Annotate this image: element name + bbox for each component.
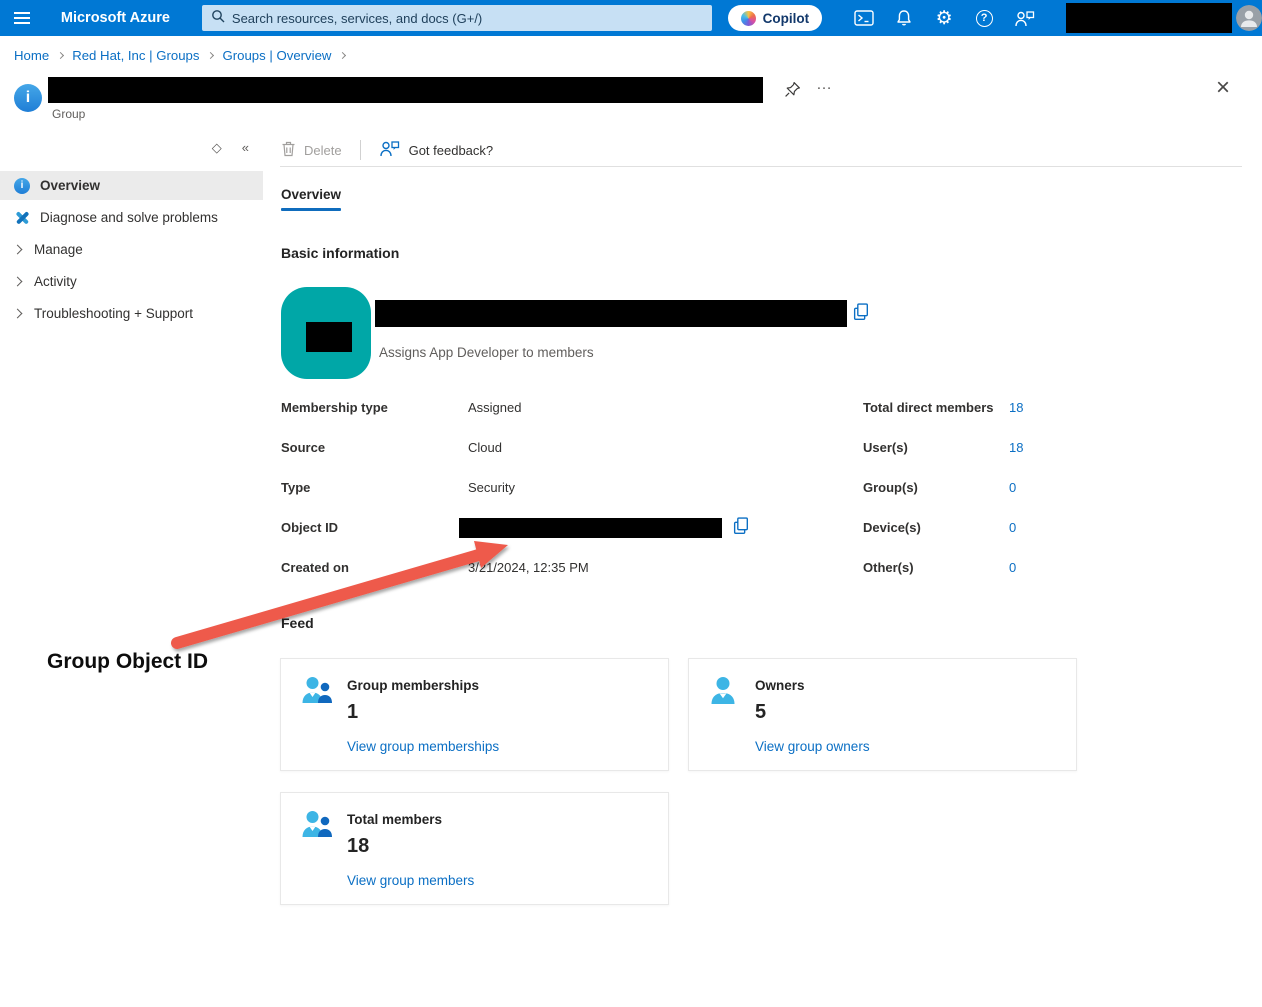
member-stats: Total direct members 18 User(s) 18 Group… xyxy=(863,400,1103,600)
resize-icon[interactable]: ◇ xyxy=(212,140,222,158)
azure-top-bar: Microsoft Azure Search resources, servic… xyxy=(0,0,1262,36)
group-name-redaction xyxy=(48,77,763,103)
sidebar-item-troubleshooting[interactable]: Troubleshooting + Support xyxy=(0,299,263,328)
breadcrumb-chevron-icon xyxy=(207,52,214,59)
tab-overview[interactable]: Overview xyxy=(281,187,341,211)
diagnose-tools-icon xyxy=(14,210,30,226)
breadcrumb-chevron-icon xyxy=(339,52,346,59)
card-title: Group memberships xyxy=(347,678,479,693)
search-icon xyxy=(211,9,225,28)
sidebar-item-overview[interactable]: i Overview xyxy=(0,171,263,200)
card-title: Total members xyxy=(347,812,442,827)
field-source: Source Cloud xyxy=(281,440,761,480)
feedback-icon[interactable] xyxy=(1004,0,1044,36)
sidebar-item-label: Troubleshooting + Support xyxy=(34,306,193,321)
azure-brand[interactable]: Microsoft Azure xyxy=(61,10,170,26)
chevron-right-icon xyxy=(13,277,23,287)
stat-total-direct-members: Total direct members 18 xyxy=(863,400,1103,440)
sidebar-item-label: Activity xyxy=(34,274,77,289)
trash-icon xyxy=(281,141,296,160)
help-icon[interactable]: ? xyxy=(964,0,1004,36)
copilot-button[interactable]: Copilot xyxy=(728,5,823,31)
card-owners: Owners 5 View group owners xyxy=(688,658,1077,771)
command-bar: Delete Got feedback? xyxy=(281,137,493,163)
cloud-shell-icon[interactable] xyxy=(844,0,884,36)
breadcrumb: Home Red Hat, Inc | Groups Groups | Over… xyxy=(14,48,354,63)
collapse-menu-icon[interactable]: « xyxy=(242,140,249,158)
copy-object-id-icon[interactable] xyxy=(733,517,750,539)
got-feedback-button[interactable]: Got feedback? xyxy=(379,140,494,160)
group-avatar xyxy=(281,287,371,379)
group-display-name-redaction xyxy=(375,300,847,327)
global-search-input[interactable]: Search resources, services, and docs (G+… xyxy=(202,5,712,31)
view-group-members-link[interactable]: View group members xyxy=(347,873,474,888)
user-avatar[interactable] xyxy=(1236,5,1262,31)
chevron-right-icon xyxy=(13,309,23,319)
basic-info-fields: Membership type Assigned Source Cloud Ty… xyxy=(281,400,761,600)
field-type: Type Security xyxy=(281,480,761,520)
card-value: 5 xyxy=(755,701,766,724)
group-object-id-annotation: Group Object ID xyxy=(47,650,208,674)
view-group-memberships-link[interactable]: View group memberships xyxy=(347,739,499,754)
card-group-memberships: Group memberships 1 View group membershi… xyxy=(280,658,669,771)
sidebar-item-diagnose[interactable]: Diagnose and solve problems xyxy=(0,203,263,232)
notifications-bell-icon[interactable] xyxy=(884,0,924,36)
pin-icon[interactable] xyxy=(784,81,801,103)
chevron-right-icon xyxy=(13,245,23,255)
people-icon xyxy=(300,809,333,844)
breadcrumb-home[interactable]: Home xyxy=(14,48,49,63)
account-name-redaction xyxy=(1066,3,1232,33)
card-total-members: Total members 18 View group members xyxy=(280,792,669,905)
feed-heading: Feed xyxy=(281,615,314,631)
avatar-initials-redaction xyxy=(306,322,352,352)
delete-button[interactable]: Delete xyxy=(281,141,342,160)
toolbar-divider xyxy=(360,140,361,160)
hamburger-menu-icon[interactable] xyxy=(0,0,45,36)
breadcrumb-groups-overview[interactable]: Groups | Overview xyxy=(222,48,331,63)
breadcrumb-org-groups[interactable]: Red Hat, Inc | Groups xyxy=(72,48,199,63)
people-icon xyxy=(300,675,333,710)
stat-groups: Group(s) 0 xyxy=(863,480,1103,520)
settings-gear-icon[interactable]: ⚙ xyxy=(924,0,964,36)
copilot-icon xyxy=(741,11,756,26)
card-value: 1 xyxy=(347,701,358,724)
person-icon xyxy=(708,675,738,710)
field-membership-type: Membership type Assigned xyxy=(281,400,761,440)
copy-name-icon[interactable] xyxy=(853,303,870,327)
copilot-label: Copilot xyxy=(763,11,810,26)
stat-users: User(s) 18 xyxy=(863,440,1103,480)
more-options-icon[interactable]: … xyxy=(816,76,833,94)
overview-info-icon: i xyxy=(14,178,30,194)
sidebar-item-activity[interactable]: Activity xyxy=(0,267,263,296)
sidebar-item-label: Overview xyxy=(40,178,100,193)
card-title: Owners xyxy=(755,678,805,693)
field-object-id: Object ID xyxy=(281,520,761,560)
top-bar-icons: ⚙ ? xyxy=(844,0,1044,36)
close-icon[interactable]: × xyxy=(1216,74,1230,102)
delete-label: Delete xyxy=(304,143,342,158)
object-id-redaction xyxy=(459,518,722,538)
feedback-person-icon xyxy=(379,140,400,160)
stat-others: Other(s) 0 xyxy=(863,560,1103,600)
toolbar-bottom-divider xyxy=(280,166,1242,167)
feedback-label: Got feedback? xyxy=(409,143,494,158)
breadcrumb-chevron-icon xyxy=(57,52,64,59)
view-group-owners-link[interactable]: View group owners xyxy=(755,739,870,754)
group-type-icon: i xyxy=(14,84,42,112)
search-placeholder: Search resources, services, and docs (G+… xyxy=(232,11,482,26)
stat-devices: Device(s) 0 xyxy=(863,520,1103,560)
card-value: 18 xyxy=(347,835,369,858)
basic-information-heading: Basic information xyxy=(281,245,399,261)
sidebar-item-label: Manage xyxy=(34,242,83,257)
group-subtitle: Group xyxy=(52,107,85,121)
field-created-on: Created on 3/21/2024, 12:35 PM xyxy=(281,560,761,600)
sidebar-item-manage[interactable]: Manage xyxy=(0,235,263,264)
sidebar-item-label: Diagnose and solve problems xyxy=(40,210,218,225)
blade-sidebar: ◇ « i Overview Diagnose and solve proble… xyxy=(0,140,263,331)
group-description: Assigns App Developer to members xyxy=(379,345,594,360)
